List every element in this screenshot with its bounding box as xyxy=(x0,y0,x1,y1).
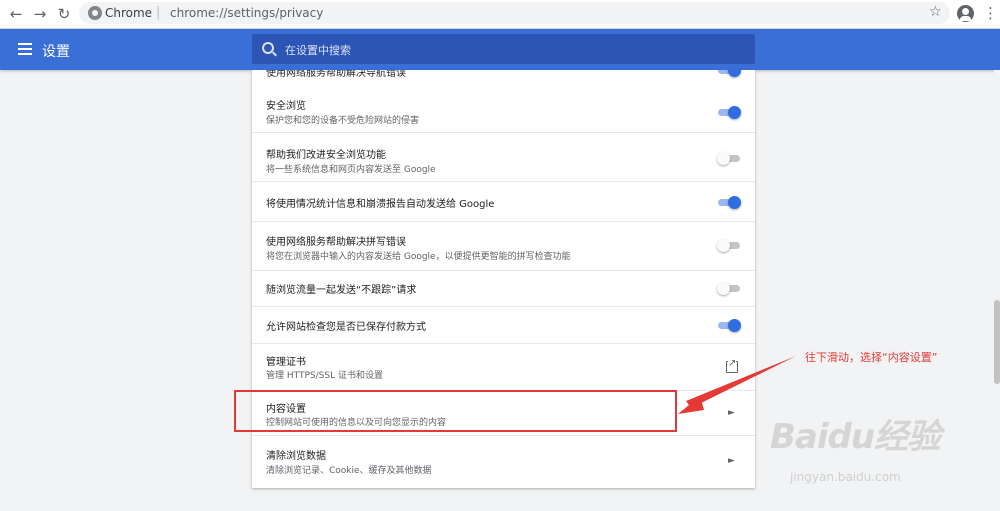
row-subtitle: 管理 HTTPS/SSL 证书和设置 xyxy=(266,371,383,381)
back-button[interactable]: ← xyxy=(6,4,26,24)
chevron-right-icon[interactable]: ► xyxy=(728,408,735,418)
row-clear-browsing-data[interactable]: 清除浏览数据 清除浏览记录、Cookie、缓存及其他数据 ► xyxy=(252,435,755,488)
row-title: 帮助我们改进安全浏览功能 xyxy=(266,150,386,161)
annotation-text: 往下滑动，选择“内容设置” xyxy=(805,351,938,364)
row-title: 随浏览流量一起发送“不跟踪”请求 xyxy=(266,285,417,296)
toggle-switch[interactable] xyxy=(718,106,741,119)
toggle-switch[interactable] xyxy=(718,196,741,209)
address-url[interactable]: chrome://settings/privacy xyxy=(170,6,323,20)
row-spelling-service[interactable]: 使用网络服务帮助解决拼写错误 将您在浏览器中输入的内容发送给 Google，以便… xyxy=(252,221,755,271)
toggle-switch[interactable] xyxy=(718,70,741,77)
row-title: 使用网络服务帮助解决拼写错误 xyxy=(266,237,406,248)
row-manage-certificates[interactable]: 管理证书 管理 HTTPS/SSL 证书和设置 xyxy=(252,343,755,391)
forward-button[interactable]: → xyxy=(30,4,50,24)
page-title: 设置 xyxy=(42,44,70,60)
row-title: 清除浏览数据 xyxy=(266,451,326,462)
watermark-url: jingyan.baidu.com xyxy=(790,470,901,484)
page-scrollbar[interactable] xyxy=(994,70,1000,511)
settings-search-input[interactable]: 在设置中搜索 xyxy=(252,34,755,64)
hamburger-menu-icon[interactable] xyxy=(18,43,32,55)
chrome-page-icon xyxy=(88,6,102,20)
toggle-switch[interactable] xyxy=(717,152,740,165)
toggle-switch[interactable] xyxy=(718,319,741,332)
row-subtitle: 将一些系统信息和网页内容发送至 Google xyxy=(266,165,436,175)
row-title: 安全浏览 xyxy=(266,101,306,112)
toggle-switch[interactable] xyxy=(717,239,740,252)
toggle-switch[interactable] xyxy=(717,282,740,295)
row-subtitle: 保护您和您的设备不受危险网站的侵害 xyxy=(266,116,420,126)
row-title: 使用网络服务帮助解决导航错误 xyxy=(266,70,406,79)
chevron-right-icon[interactable]: ► xyxy=(728,456,735,466)
address-app-name: Chrome xyxy=(105,6,153,20)
row-title: 将使用情况统计信息和崩溃报告自动发送给 Google xyxy=(266,199,495,210)
browser-menu-button[interactable]: ⋮ xyxy=(983,3,998,23)
row-safe-browsing[interactable]: 安全浏览 保护您和您的设备不受危险网站的侵害 xyxy=(252,84,755,132)
scrollbar-thumb[interactable] xyxy=(994,300,1000,384)
row-navigation-errors[interactable]: 使用网络服务帮助解决导航错误 xyxy=(252,70,755,84)
baidu-jingyan-watermark-logo: Baidu经验 xyxy=(770,417,941,457)
row-title: 管理证书 xyxy=(266,357,306,368)
row-title: 允许网站检查您是否已保存付款方式 xyxy=(266,322,426,333)
row-improve-safe-browsing[interactable]: 帮助我们改进安全浏览功能 将一些系统信息和网页内容发送至 Google xyxy=(252,132,755,182)
address-separator: | xyxy=(156,5,161,20)
address-bar[interactable]: Chrome | chrome://settings/privacy xyxy=(79,2,950,24)
settings-header: 设置 在设置中搜索 xyxy=(0,29,1000,70)
open-in-new-icon[interactable] xyxy=(726,358,738,373)
profile-avatar-icon[interactable] xyxy=(957,5,974,22)
row-payment-methods[interactable]: 允许网站检查您是否已保存付款方式 xyxy=(252,306,755,344)
bookmark-star-icon[interactable]: ☆ xyxy=(929,4,942,20)
search-icon xyxy=(262,42,274,54)
row-do-not-track[interactable]: 随浏览流量一起发送“不跟踪”请求 xyxy=(252,270,755,307)
reload-button[interactable]: ↻ xyxy=(54,4,74,24)
annotation-highlight-box xyxy=(234,390,677,432)
row-subtitle: 将您在浏览器中输入的内容发送给 Google，以便提供更智能的拼写检查功能 xyxy=(266,252,571,262)
row-subtitle: 清除浏览记录、Cookie、缓存及其他数据 xyxy=(266,466,432,476)
browser-toolbar: ← → ↻ Chrome | chrome://settings/privacy… xyxy=(0,0,1000,29)
row-usage-statistics[interactable]: 将使用情况统计信息和崩溃报告自动发送给 Google xyxy=(252,181,755,222)
search-placeholder: 在设置中搜索 xyxy=(285,44,351,57)
